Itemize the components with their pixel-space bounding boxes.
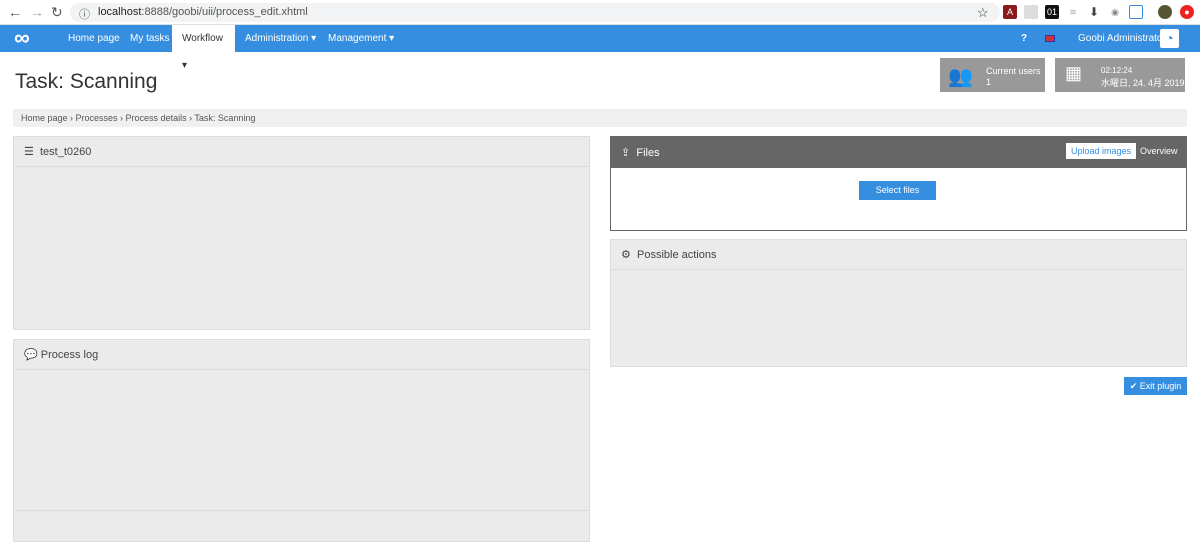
current-users-widget[interactable]: 👥 Current users 1: [940, 58, 1045, 92]
nav-management[interactable]: Management ▾: [318, 25, 404, 52]
info-icon: ⓘ: [79, 9, 90, 21]
extension-icon[interactable]: ≋: [1066, 5, 1080, 19]
help-icon[interactable]: ?: [1011, 25, 1037, 52]
possible-actions-panel: ⚙ Possible actions: [610, 239, 1187, 367]
gear-icon: ⚙: [621, 249, 631, 261]
uk-flag-icon[interactable]: [1045, 35, 1055, 42]
forward-icon[interactable]: →: [30, 4, 44, 20]
time: 02:12:24: [1101, 66, 1133, 75]
tab-upload-images[interactable]: Upload images: [1066, 143, 1137, 159]
nav-workflow[interactable]: Workflow ▾: [172, 25, 235, 71]
calendar-icon: ▦: [1065, 63, 1083, 83]
users-icon: 👥: [948, 66, 973, 88]
nav-home[interactable]: Home page: [58, 25, 130, 52]
comment-icon: 💬: [24, 349, 38, 361]
doc-extension-icon[interactable]: [1024, 5, 1038, 19]
eye-icon[interactable]: ◉: [1108, 5, 1122, 19]
log-input-area[interactable]: [14, 510, 589, 511]
main-nav: ∞ Home page My tasks Workflow ▾ Administ…: [0, 25, 1200, 71]
page-title: Task: Scanning: [15, 70, 158, 93]
list-icon: ☰: [24, 146, 34, 158]
process-title: test_t0260: [40, 146, 92, 158]
address-bar[interactable]: ⓘ localhost:8888/goobi/uii/process_edit.x…: [70, 3, 1000, 22]
back-icon[interactable]: ←: [8, 4, 22, 20]
profile-avatar[interactable]: [1158, 5, 1172, 19]
star-icon[interactable]: ☆: [977, 5, 989, 21]
goobi-logo-icon[interactable]: ∞: [14, 27, 30, 49]
exit-plugin-button[interactable]: ✔ Exit plugin: [1124, 377, 1187, 395]
process-log-title: Process log: [40, 349, 99, 361]
nav-my-tasks[interactable]: My tasks: [120, 25, 179, 52]
check-icon: ✔: [1129, 381, 1138, 391]
select-files-button[interactable]: Select files: [859, 181, 936, 200]
screenshot-icon[interactable]: [1129, 5, 1143, 19]
upload-icon: ⇪: [621, 147, 631, 159]
files-title: Files: [636, 147, 660, 159]
pdf-extension-icon[interactable]: A: [1003, 5, 1017, 19]
download-icon[interactable]: ⬇: [1087, 5, 1101, 19]
date-widget: ▦ 02:12:24 水曜日, 24. 4月 2019: [1055, 58, 1185, 92]
nav-administration[interactable]: Administration ▾: [235, 25, 326, 52]
browser-toolbar: ← → ↻ ⓘ localhost:8888/goobi/uii/process_…: [0, 0, 1200, 25]
date: 水曜日, 24. 4月 2019: [1101, 78, 1185, 88]
possible-actions-title: Possible actions: [637, 249, 717, 261]
reload-icon[interactable]: ↻: [51, 4, 63, 21]
users-label: Current users: [986, 66, 1041, 76]
process-log-panel: 💬 Process log: [13, 339, 590, 542]
process-panel: ☰ test_t0260: [13, 136, 590, 330]
binary-extension-icon[interactable]: 01: [1045, 5, 1059, 19]
goobi-brand-icon: ◔: [1160, 29, 1179, 48]
files-panel: ⇪ Files Upload images Overview Select fi…: [610, 136, 1187, 231]
breadcrumb[interactable]: Home page › Processes › Process details …: [13, 109, 1187, 127]
adblock-icon[interactable]: ●: [1180, 5, 1194, 19]
tab-overview[interactable]: Overview: [1140, 146, 1178, 156]
users-count: 1: [986, 77, 992, 87]
